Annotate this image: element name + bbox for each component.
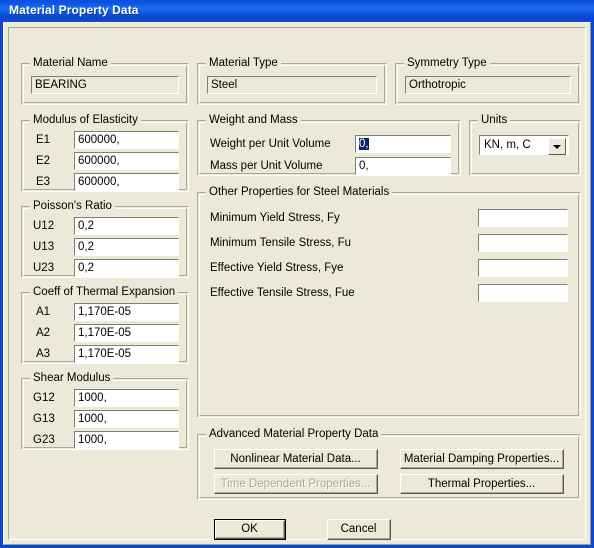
label-minimum-yield-stress: Minimum Yield Stress, Fy (210, 212, 340, 224)
group-material-type: Material Type Steel (197, 57, 387, 105)
input-e3[interactable]: 600000, (74, 173, 179, 191)
group-label-symmetry-type: Symmetry Type (404, 57, 490, 69)
group-shear-modulus: Shear Modulus G12 1000, G13 1000, G23 10… (21, 372, 189, 450)
group-symmetry-type: Symmetry Type Orthotropic (395, 57, 581, 105)
label-e3: E3 (36, 176, 51, 188)
label-g23: G23 (33, 434, 55, 446)
chevron-down-icon[interactable] (548, 138, 566, 155)
ok-button-label: OK (216, 521, 284, 538)
group-label-other-properties: Other Properties for Steel Materials (206, 186, 393, 198)
group-label-material-name: Material Name (30, 57, 111, 69)
material-name-input[interactable]: BEARING (31, 76, 179, 94)
thermal-properties-button-label: Thermal Properties... (401, 475, 563, 493)
label-a2: A2 (36, 327, 51, 339)
material-damping-properties-button-label: Material Damping Properties... (401, 450, 563, 468)
symmetry-type-input[interactable]: Orthotropic (405, 76, 571, 94)
input-u23[interactable]: 0,2 (74, 259, 179, 277)
nonlinear-material-data-button[interactable]: Nonlinear Material Data... (214, 449, 378, 469)
group-material-name: Material Name BEARING (21, 57, 189, 105)
label-effective-yield-stress: Effective Yield Stress, Fye (210, 262, 344, 274)
input-a2[interactable]: 1,170E-05 (74, 324, 179, 342)
label-g13: G13 (33, 413, 55, 425)
dialog-inner-frame: Material Name BEARING Material Type Stee… (8, 27, 586, 540)
input-g13[interactable]: 1000, (74, 410, 179, 428)
group-poissons-ratio: Poisson's Ratio U12 0,2 U13 0,2 U23 0,2 (21, 200, 189, 278)
label-a3: A3 (36, 348, 51, 360)
material-damping-properties-button[interactable]: Material Damping Properties... (400, 449, 564, 469)
cancel-button-label: Cancel (328, 520, 390, 539)
units-dropdown[interactable]: KN, m, C (479, 135, 569, 155)
dialog-client-area: Material Name BEARING Material Type Stee… (3, 22, 591, 545)
input-u12[interactable]: 0,2 (74, 217, 179, 235)
input-u13[interactable]: 0,2 (74, 238, 179, 256)
input-weight-per-unit-volume-value: 0, (359, 138, 369, 150)
title-bar[interactable]: Material Property Data (0, 0, 594, 22)
group-label-advanced: Advanced Material Property Data (206, 428, 382, 440)
input-a1[interactable]: 1,170E-05 (74, 303, 179, 321)
window-title: Material Property Data (9, 3, 139, 17)
group-label-units: Units (478, 114, 511, 126)
dialog-window: Material Property Data Material Name BEA… (0, 0, 594, 548)
label-mass-per-unit-volume: Mass per Unit Volume (210, 160, 323, 172)
input-effective-tensile-stress[interactable] (478, 284, 568, 302)
time-dependent-properties-button: Time Dependent Properties... (214, 474, 378, 494)
input-a3[interactable]: 1,170E-05 (74, 345, 179, 363)
group-thermal-expansion: Coeff of Thermal Expansion A1 1,170E-05 … (21, 286, 189, 364)
label-u13: U13 (33, 241, 55, 253)
group-label-thermal-expansion: Coeff of Thermal Expansion (30, 286, 179, 298)
input-minimum-yield-stress[interactable] (478, 209, 568, 227)
label-weight-per-unit-volume: Weight per Unit Volume (210, 138, 331, 150)
material-type-input[interactable]: Steel (207, 76, 377, 94)
label-a1: A1 (36, 306, 51, 318)
group-other-properties: Other Properties for Steel Materials Min… (197, 186, 581, 418)
group-label-poissons-ratio: Poisson's Ratio (30, 200, 115, 212)
label-effective-tensile-stress: Effective Tensile Stress, Fue (210, 287, 355, 299)
group-units: Units KN, m, C (469, 114, 581, 176)
group-label-shear-modulus: Shear Modulus (30, 372, 114, 384)
group-weight-and-mass: Weight and Mass Weight per Unit Volume 0… (197, 114, 461, 176)
time-dependent-properties-button-label: Time Dependent Properties... (215, 475, 377, 493)
group-label-material-type: Material Type (206, 57, 281, 69)
group-label-modulus-of-elasticity: Modulus of Elasticity (30, 114, 141, 126)
ok-button[interactable]: OK (214, 519, 286, 540)
input-weight-per-unit-volume[interactable]: 0, (355, 135, 451, 153)
label-e2: E2 (36, 155, 51, 167)
thermal-properties-button[interactable]: Thermal Properties... (400, 474, 564, 494)
input-g23[interactable]: 1000, (74, 431, 179, 449)
group-label-weight-and-mass: Weight and Mass (206, 114, 301, 126)
units-selected-value: KN, m, C (484, 139, 531, 151)
nonlinear-material-data-button-label: Nonlinear Material Data... (215, 450, 377, 468)
label-u23: U23 (33, 262, 55, 274)
cancel-button[interactable]: Cancel (327, 519, 391, 540)
input-e1[interactable]: 600000, (74, 131, 179, 149)
input-effective-yield-stress[interactable] (478, 259, 568, 277)
input-minimum-tensile-stress[interactable] (478, 234, 568, 252)
label-u12: U12 (33, 220, 55, 232)
label-e1: E1 (36, 134, 51, 146)
input-g12[interactable]: 1000, (74, 389, 179, 407)
label-g12: G12 (33, 392, 55, 404)
group-advanced-material-property-data: Advanced Material Property Data Nonlinea… (197, 428, 581, 500)
label-minimum-tensile-stress: Minimum Tensile Stress, Fu (210, 237, 352, 249)
input-e2[interactable]: 600000, (74, 152, 179, 170)
input-mass-per-unit-volume[interactable]: 0, (355, 157, 451, 175)
group-modulus-of-elasticity: Modulus of Elasticity E1 600000, E2 6000… (21, 114, 189, 192)
